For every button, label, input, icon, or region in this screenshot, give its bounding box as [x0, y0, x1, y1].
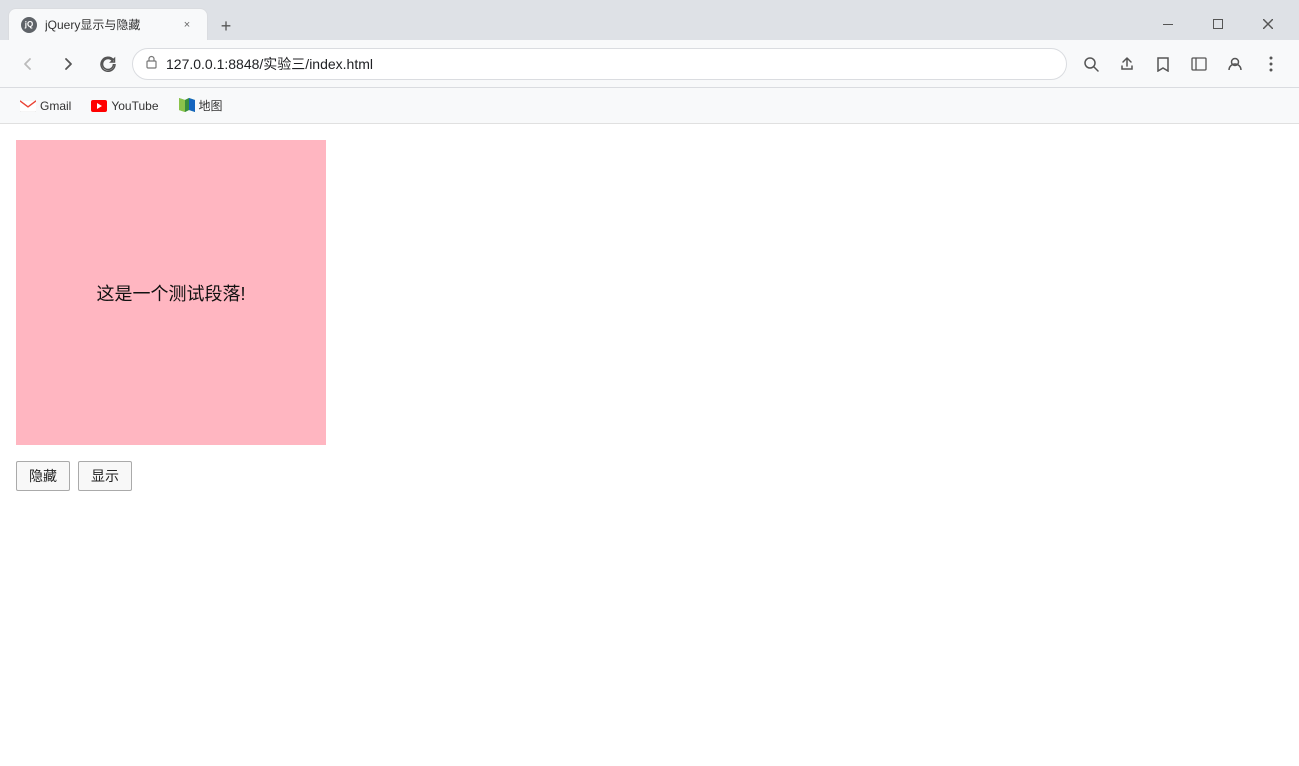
tab-favicon: jQ	[21, 17, 37, 33]
hide-button[interactable]: 隐藏	[16, 461, 70, 491]
page-content: 这是一个测试段落! 隐藏 显示	[0, 124, 1299, 766]
minimize-button[interactable]	[1145, 8, 1191, 40]
browser-frame: jQ jQuery显示与隐藏 × +	[0, 0, 1299, 766]
title-bar: jQ jQuery显示与隐藏 × +	[0, 0, 1299, 40]
refresh-button[interactable]	[92, 48, 124, 80]
bookmark-maps-label: 地图	[199, 97, 223, 114]
profile-button[interactable]	[1219, 48, 1251, 80]
bookmark-maps[interactable]: 地图	[171, 93, 231, 118]
pink-box-text: 这是一个测试段落!	[96, 280, 245, 306]
address-lock-icon	[145, 55, 158, 72]
pink-box: 这是一个测试段落!	[16, 140, 326, 445]
bookmark-youtube-label: YouTube	[111, 99, 158, 113]
tab-bar: jQ jQuery显示与隐藏 × +	[8, 0, 1291, 40]
maximize-button[interactable]	[1195, 8, 1241, 40]
close-button[interactable]	[1245, 8, 1291, 40]
share-button[interactable]	[1111, 48, 1143, 80]
back-button[interactable]	[12, 48, 44, 80]
menu-button[interactable]	[1255, 48, 1287, 80]
bookmark-button[interactable]	[1147, 48, 1179, 80]
bookmarks-bar: Gmail YouTube 地图	[0, 88, 1299, 124]
tab-title: jQuery显示与隐藏	[45, 16, 171, 33]
button-row: 隐藏 显示	[16, 461, 1283, 491]
gmail-icon	[20, 98, 36, 114]
active-tab[interactable]: jQ jQuery显示与隐藏 ×	[8, 8, 208, 40]
bookmark-youtube[interactable]: YouTube	[83, 94, 166, 118]
tab-close-button[interactable]: ×	[179, 17, 195, 33]
bookmark-gmail-label: Gmail	[40, 99, 71, 113]
address-text: 127.0.0.1:8848/实验三/index.html	[166, 54, 1054, 74]
maps-icon	[179, 98, 195, 114]
show-button[interactable]: 显示	[78, 461, 132, 491]
address-bar[interactable]: 127.0.0.1:8848/实验三/index.html	[132, 48, 1067, 80]
zoom-button[interactable]	[1075, 48, 1107, 80]
youtube-icon	[91, 98, 107, 114]
bookmark-gmail[interactable]: Gmail	[12, 94, 79, 118]
window-controls	[1145, 8, 1291, 40]
new-tab-button[interactable]: +	[212, 12, 240, 40]
nav-actions	[1075, 48, 1287, 80]
sidebar-button[interactable]	[1183, 48, 1215, 80]
nav-bar: 127.0.0.1:8848/实验三/index.html	[0, 40, 1299, 88]
forward-button[interactable]	[52, 48, 84, 80]
